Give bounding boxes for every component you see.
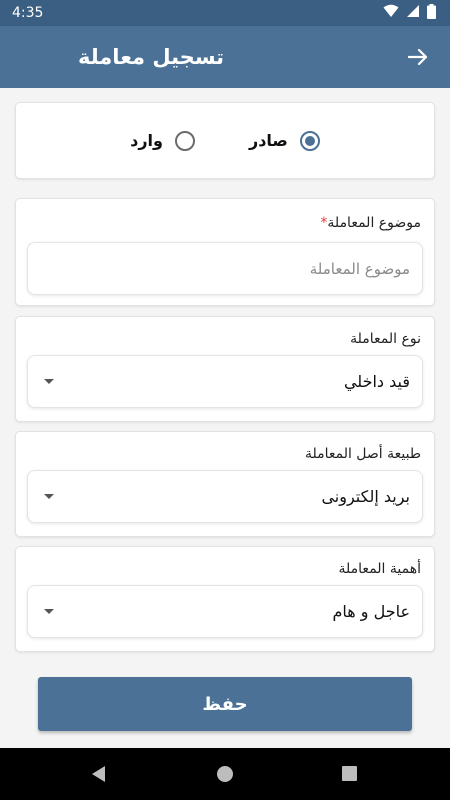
battery-icon [427, 3, 436, 23]
origin-nature-dropdown[interactable]: بريد إلكترونى [27, 470, 423, 523]
subject-label-text: موضوع المعاملة [327, 215, 421, 231]
type-value: قيد داخلي [343, 372, 410, 391]
subject-label: موضوع المعاملة* [316, 215, 421, 231]
radio-option-incoming[interactable]: وارد [130, 130, 195, 151]
save-bar: حفظ [0, 660, 450, 748]
back-button[interactable] [406, 45, 430, 69]
subject-input[interactable]: موضوع المعاملة [27, 242, 423, 295]
origin-nature-value: بريد إلكترونى [321, 487, 410, 506]
form-content: صادر وارد موضوع المعاملة* موضوع المعاملة… [0, 88, 450, 660]
dropdown-arrow-icon [44, 494, 54, 499]
dropdown-arrow-icon [44, 379, 54, 384]
type-label: نوع المعاملة [350, 331, 421, 347]
wifi-icon [383, 4, 399, 22]
signal-icon [406, 4, 420, 22]
origin-nature-card: طبيعة أصل المعاملة بريد إلكترونى [15, 431, 435, 537]
type-card: نوع المعاملة قيد داخلي [15, 316, 435, 422]
radio-checked-icon[interactable] [299, 130, 320, 151]
app-bar: تسجيل معاملة [0, 26, 450, 88]
importance-label: أهمية المعاملة [338, 561, 421, 577]
nav-home-icon[interactable] [217, 766, 233, 782]
status-time: 4:35 [12, 5, 44, 21]
direction-radio-group: صادر وارد [16, 103, 434, 178]
radio-option-outgoing[interactable]: صادر [248, 130, 320, 151]
status-icons [383, 3, 436, 23]
subject-card: موضوع المعاملة* موضوع المعاملة [15, 198, 435, 306]
radio-label-outgoing: صادر [248, 131, 288, 150]
type-dropdown[interactable]: قيد داخلي [27, 355, 423, 408]
nav-recents-icon[interactable] [342, 766, 357, 781]
arrow-right-icon [408, 48, 428, 66]
origin-nature-label: طبيعة أصل المعاملة [304, 446, 421, 462]
system-nav-bar [0, 748, 450, 800]
importance-dropdown[interactable]: عاجل و هام [27, 585, 423, 638]
direction-card: صادر وارد [15, 102, 435, 179]
importance-value: عاجل و هام [332, 602, 410, 621]
nav-back-icon[interactable] [91, 766, 107, 786]
subject-placeholder: موضوع المعاملة [309, 259, 410, 278]
dropdown-arrow-icon [44, 609, 54, 614]
importance-card: أهمية المعاملة عاجل و هام [15, 546, 435, 652]
radio-label-incoming: وارد [130, 131, 163, 150]
status-bar: 4:35 [0, 0, 450, 26]
page-title: تسجيل معاملة [78, 45, 225, 69]
radio-unchecked-icon[interactable] [174, 130, 195, 151]
save-button[interactable]: حفظ [38, 677, 412, 731]
